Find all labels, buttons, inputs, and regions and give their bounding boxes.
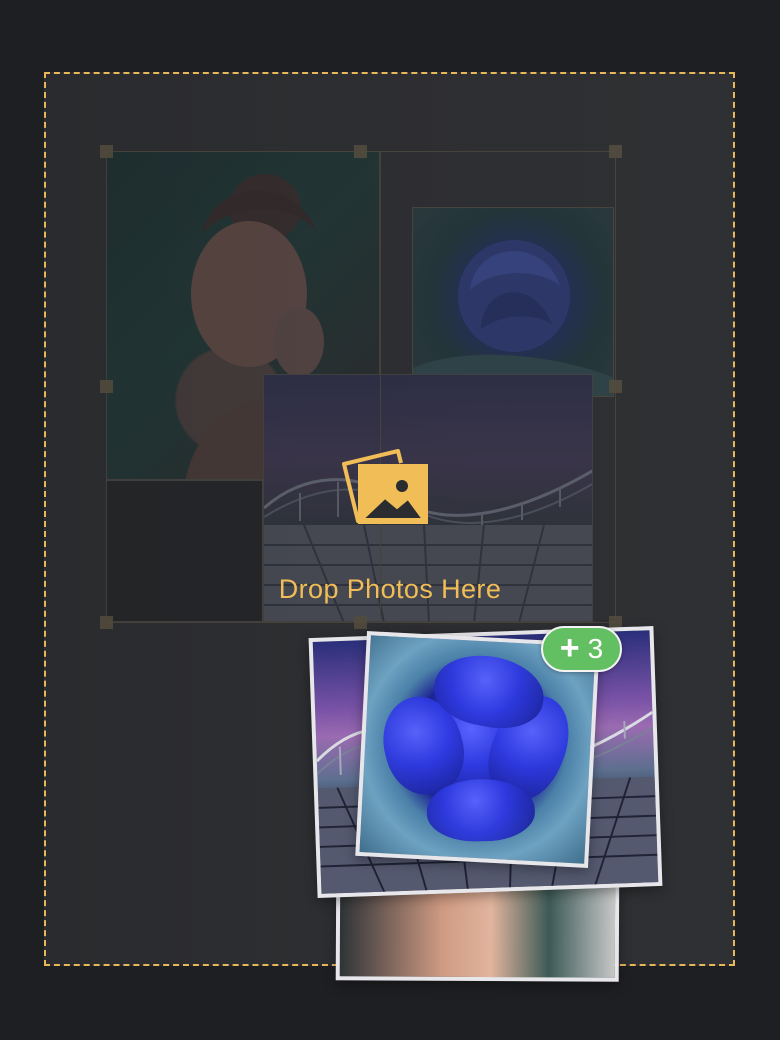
photo-drop-workspace: Drop Photos Here + 3 [0, 0, 780, 1040]
drop-instructions: Drop Photos Here [250, 446, 530, 616]
empty-photo-slot[interactable] [106, 480, 263, 622]
resize-handle-middle-right[interactable] [609, 380, 622, 393]
dragged-photos-stack[interactable]: + 3 [305, 622, 665, 992]
dragged-photo-count-badge: + 3 [541, 626, 622, 672]
rose-petal-bottom [426, 778, 536, 843]
resize-handle-top-right[interactable] [609, 145, 622, 158]
rose-photo-preview [413, 240, 613, 396]
resize-handle-bottom-left[interactable] [100, 616, 113, 629]
plus-icon: + [559, 629, 580, 667]
resize-handle-top-middle[interactable] [354, 145, 367, 158]
photos-stack-icon [342, 449, 428, 524]
resize-handle-top-left[interactable] [100, 145, 113, 158]
photo-count: 3 [587, 633, 604, 664]
rose-photo-slot[interactable] [412, 207, 614, 397]
resize-handle-middle-left[interactable] [100, 380, 113, 393]
drop-photos-label: Drop Photos Here [278, 574, 502, 604]
